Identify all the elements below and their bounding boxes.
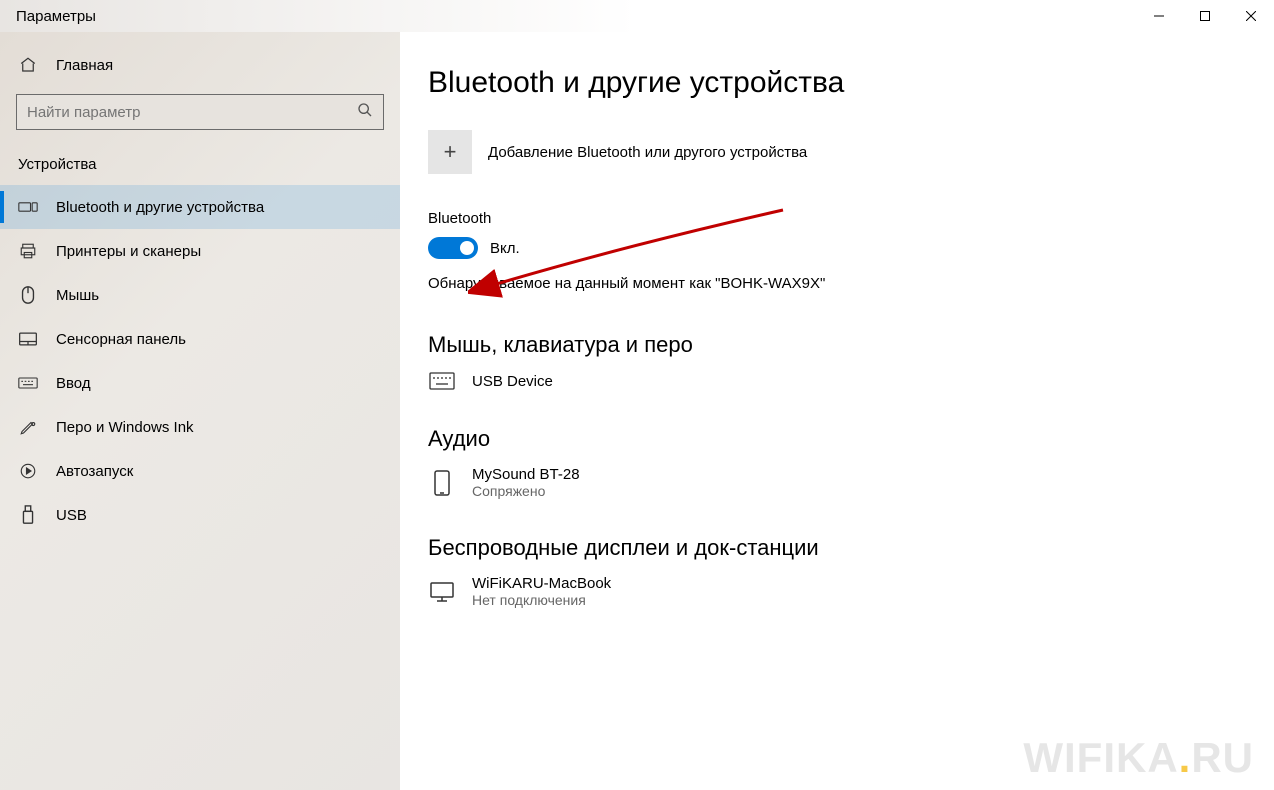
add-device-button[interactable]: + Добавление Bluetooth или другого устро… xyxy=(428,130,1246,174)
sidebar-item-printers[interactable]: Принтеры и сканеры xyxy=(0,229,400,273)
keyboard-icon xyxy=(428,372,456,390)
search-input[interactable] xyxy=(27,104,357,121)
main-content: Bluetooth и другие устройства + Добавлен… xyxy=(400,32,1274,790)
sidebar-item-label: Принтеры и сканеры xyxy=(56,243,201,260)
keyboard-icon xyxy=(18,376,38,390)
search-icon xyxy=(357,102,373,122)
bluetooth-label: Bluetooth xyxy=(428,210,1246,227)
device-usb[interactable]: USB Device xyxy=(428,372,1246,390)
sidebar-item-usb[interactable]: USB xyxy=(0,493,400,537)
home-label: Главная xyxy=(56,57,113,74)
sidebar-item-label: Перо и Windows Ink xyxy=(56,419,194,436)
device-name: MySound BT-28 xyxy=(472,466,580,483)
printer-icon xyxy=(18,242,38,260)
close-button[interactable] xyxy=(1228,0,1274,32)
usb-icon xyxy=(18,505,38,525)
device-name: WiFiKARU-MacBook xyxy=(472,575,611,592)
sidebar-item-bluetooth[interactable]: Bluetooth и другие устройства xyxy=(0,185,400,229)
phone-icon xyxy=(428,469,456,497)
section-title-mouse-keyboard: Мышь, клавиатура и перо xyxy=(428,332,1246,358)
sidebar: Главная Устройства Bluetooth и другие ус… xyxy=(0,32,400,790)
titlebar: Параметры xyxy=(0,0,1274,32)
sidebar-item-typing[interactable]: Ввод xyxy=(0,361,400,405)
maximize-button[interactable] xyxy=(1182,0,1228,32)
window-title: Параметры xyxy=(16,8,96,25)
window-controls xyxy=(1136,0,1274,32)
sidebar-item-label: Ввод xyxy=(56,375,91,392)
sidebar-item-label: Bluetooth и другие устройства xyxy=(56,199,264,216)
sidebar-item-label: USB xyxy=(56,507,87,524)
sidebar-item-autoplay[interactable]: Автозапуск xyxy=(0,449,400,493)
add-device-label: Добавление Bluetooth или другого устройс… xyxy=(488,144,807,161)
home-icon xyxy=(18,56,38,74)
home-link[interactable]: Главная xyxy=(0,44,400,86)
device-mysound[interactable]: MySound BT-28 Сопряжено xyxy=(428,466,1246,499)
autoplay-icon xyxy=(18,462,38,480)
device-status: Нет подключения xyxy=(472,592,611,608)
section-title-wireless-displays: Беспроводные дисплеи и док-станции xyxy=(428,535,1246,561)
sidebar-item-label: Автозапуск xyxy=(56,463,133,480)
monitor-icon xyxy=(428,581,456,603)
sidebar-item-label: Сенсорная панель xyxy=(56,331,186,348)
pen-icon xyxy=(18,418,38,436)
sidebar-item-label: Мышь xyxy=(56,287,99,304)
device-wifikaru-macbook[interactable]: WiFiKARU-MacBook Нет подключения xyxy=(428,575,1246,608)
plus-icon: + xyxy=(428,130,472,174)
device-status: Сопряжено xyxy=(472,483,580,499)
minimize-button[interactable] xyxy=(1136,0,1182,32)
mouse-icon xyxy=(18,285,38,305)
touchpad-icon xyxy=(18,331,38,347)
sidebar-section-label: Устройства xyxy=(0,130,400,185)
section-title-audio: Аудио xyxy=(428,426,1246,452)
search-box[interactable] xyxy=(16,94,384,130)
sidebar-item-touchpad[interactable]: Сенсорная панель xyxy=(0,317,400,361)
discoverable-text: Обнаруживаемое на данный момент как "BOH… xyxy=(428,275,1246,292)
sidebar-item-mouse[interactable]: Мышь xyxy=(0,273,400,317)
sidebar-nav: Bluetooth и другие устройства Принтеры и… xyxy=(0,185,400,537)
bluetooth-state: Вкл. xyxy=(490,240,520,257)
bluetooth-devices-icon xyxy=(18,199,38,215)
sidebar-item-pen[interactable]: Перо и Windows Ink xyxy=(0,405,400,449)
bluetooth-toggle[interactable] xyxy=(428,237,478,259)
device-name: USB Device xyxy=(472,373,553,390)
page-title: Bluetooth и другие устройства xyxy=(428,66,1246,100)
